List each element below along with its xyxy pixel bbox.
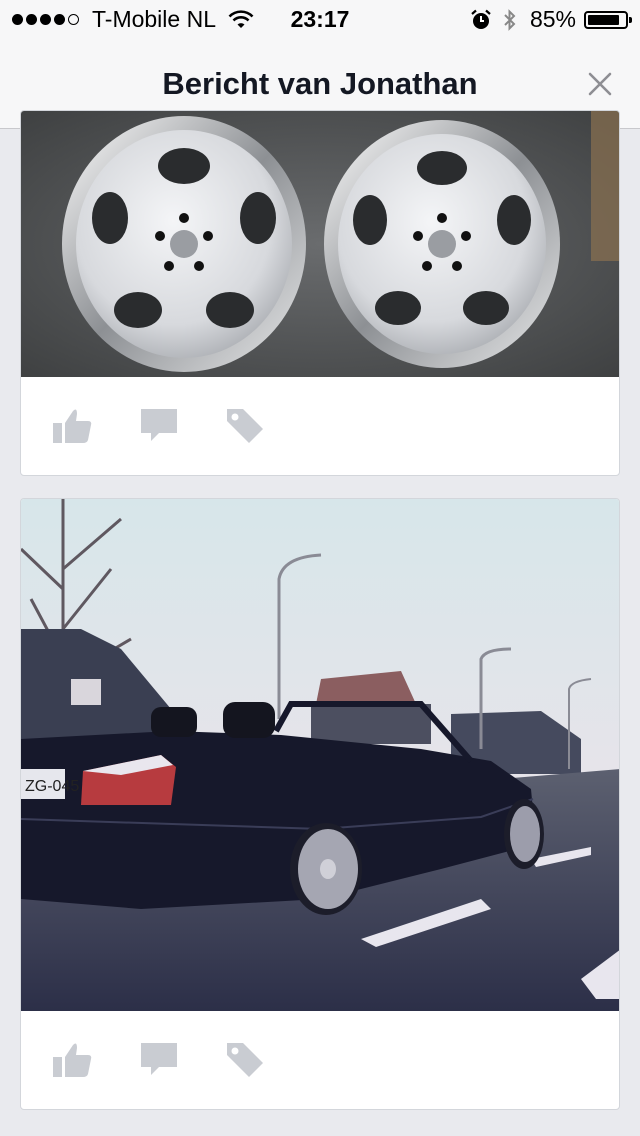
tag-icon[interactable] bbox=[223, 1037, 267, 1081]
post-card: ZG-045 bbox=[20, 498, 620, 1110]
post-card bbox=[20, 110, 620, 476]
post-actions bbox=[21, 1009, 619, 1109]
page-title: Bericht van Jonathan bbox=[162, 66, 478, 101]
close-icon[interactable] bbox=[586, 70, 614, 98]
wheels-photo bbox=[21, 111, 619, 377]
post-actions bbox=[21, 375, 619, 475]
like-icon[interactable] bbox=[51, 403, 95, 447]
like-icon[interactable] bbox=[51, 1037, 95, 1081]
comment-icon[interactable] bbox=[137, 403, 181, 447]
post-photo[interactable] bbox=[21, 111, 619, 377]
tag-icon[interactable] bbox=[223, 403, 267, 447]
bluetooth-icon bbox=[504, 8, 516, 31]
comment-icon[interactable] bbox=[137, 1037, 181, 1081]
status-bar: T-Mobile NL 23:17 85% bbox=[0, 0, 640, 40]
battery-icon bbox=[584, 10, 632, 29]
battery-percent: 85% bbox=[529, 6, 576, 32]
svg-text:ZG-045: ZG-045 bbox=[25, 778, 79, 795]
car-photo: ZG-045 bbox=[21, 499, 619, 1011]
status-right: 85% bbox=[470, 6, 632, 33]
battery-fill bbox=[588, 14, 619, 25]
post-photo[interactable]: ZG-045 bbox=[21, 499, 619, 1011]
alarm-icon bbox=[471, 9, 491, 29]
